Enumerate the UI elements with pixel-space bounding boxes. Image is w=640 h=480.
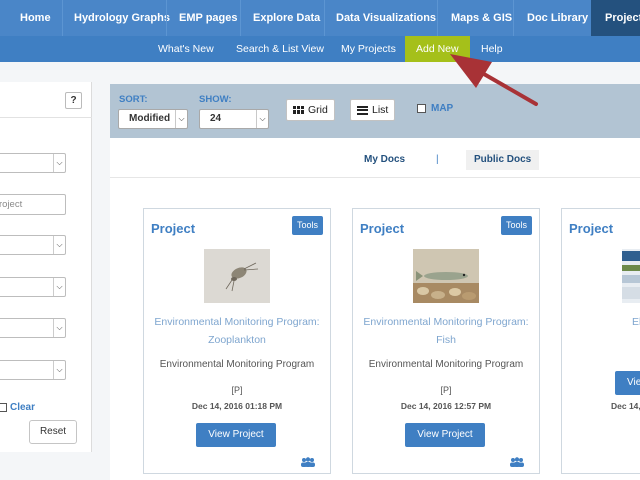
- group-users-icon: [510, 457, 524, 467]
- card-project-link[interactable]: Environmental Monitoring Program: Zoopla…: [144, 313, 330, 349]
- project-card: Project Tools Environmental Monitoring P…: [143, 208, 331, 474]
- map-checkbox[interactable]: [417, 104, 426, 113]
- chevron-down-icon: ⌵: [256, 110, 268, 128]
- map-toggle: MAP: [417, 103, 453, 114]
- card-flag: [P]: [440, 385, 452, 395]
- reset-button[interactable]: Reset: [29, 420, 77, 444]
- filter-select-5[interactable]: ⌵: [0, 360, 66, 380]
- main-content: SORT: Modified ⌵ SHOW: 24 ⌵ Grid List MA…: [110, 84, 640, 480]
- fish-thumbnail[interactable]: [413, 249, 479, 303]
- nav-emp-pages[interactable]: EMP pages: [179, 0, 238, 36]
- tab-public-docs[interactable]: Public Docs: [466, 150, 540, 170]
- subnav-add-new[interactable]: Add New: [405, 36, 470, 62]
- filter-select-2[interactable]: ⌵: [0, 235, 66, 255]
- filter-select-3[interactable]: ⌵: [0, 277, 66, 297]
- project-thumbnail[interactable]: [622, 249, 640, 303]
- sub-navigation: What's New Search & List View My Project…: [0, 36, 640, 62]
- nav-separator: [62, 0, 63, 36]
- filter-select-4[interactable]: ⌵: [0, 318, 66, 338]
- card-date: Dec 14, 2016 01:18 PM: [191, 401, 283, 411]
- nav-data-visualizations[interactable]: Data Visualizations: [336, 0, 436, 36]
- card-date: Dec 14, 2016 12:57 PM: [400, 401, 492, 411]
- nav-doc-library[interactable]: Doc Library: [527, 0, 588, 36]
- show-select[interactable]: 24 ⌵: [199, 109, 269, 129]
- nav-separator: [437, 0, 438, 36]
- nav-separator: [166, 0, 167, 36]
- zooplankton-thumbnail[interactable]: [204, 249, 270, 303]
- nav-projects[interactable]: Projects: [591, 0, 640, 36]
- card-link-line1: Environmental Monitoring Program:: [363, 316, 529, 328]
- grid-icon: [293, 105, 304, 115]
- map-label[interactable]: MAP: [431, 103, 453, 114]
- card-date: Dec 14,: [611, 401, 640, 411]
- card-title: Project: [360, 221, 405, 236]
- tab-separator: |: [436, 154, 439, 165]
- tools-button[interactable]: Tools: [500, 216, 532, 235]
- chevron-down-icon: ⌵: [53, 319, 65, 337]
- filter-panel-header: ?: [0, 82, 92, 118]
- doc-tabs: My Docs | Public Docs: [110, 138, 640, 178]
- group-users-icon: [301, 457, 315, 467]
- card-program: Environmental Monitoring Program: [159, 359, 315, 370]
- card-link-line2: Fish: [436, 334, 456, 346]
- card-program: Environmental Monitoring Program: [368, 359, 524, 370]
- filter-panel: ? ⌵ roject ⌵ ⌵ ⌵ ⌵ Clear Reset: [0, 82, 92, 452]
- nav-separator: [240, 0, 241, 36]
- subnav-search-list-view[interactable]: Search & List View: [236, 36, 324, 62]
- clear-checkbox[interactable]: [0, 403, 7, 412]
- show-value: 24: [210, 113, 222, 124]
- chevron-down-icon: ⌵: [53, 154, 65, 172]
- card-link-line1: Environmental Monitoring Program:: [154, 316, 320, 328]
- chevron-down-icon: ⌵: [53, 361, 65, 379]
- view-project-button[interactable]: Vie: [615, 371, 640, 395]
- list-view-button[interactable]: List: [350, 99, 396, 121]
- nav-separator: [324, 0, 325, 36]
- sort-value: Modified: [129, 113, 171, 124]
- card-flag: [P]: [231, 385, 243, 395]
- project-search-input[interactable]: roject: [0, 194, 66, 215]
- clear-filter: Clear: [0, 402, 35, 413]
- nav-maps-gis[interactable]: Maps & GIS: [451, 0, 512, 36]
- card-link-line2: Zooplankton: [208, 334, 266, 346]
- subnav-my-projects[interactable]: My Projects: [341, 36, 396, 62]
- top-navigation: Home Hydrology Graphs EMP pages Explore …: [0, 0, 640, 36]
- results-toolbar: SORT: Modified ⌵ SHOW: 24 ⌵ Grid List MA…: [110, 84, 640, 138]
- grid-view-button[interactable]: Grid: [286, 99, 335, 121]
- view-project-button[interactable]: View Project: [405, 423, 485, 447]
- nav-home[interactable]: Home: [20, 0, 51, 36]
- help-button[interactable]: ?: [65, 92, 82, 109]
- list-label: List: [372, 104, 389, 116]
- grid-label: Grid: [308, 104, 328, 116]
- chevron-down-icon: ⌵: [53, 278, 65, 296]
- subnav-whats-new[interactable]: What's New: [158, 36, 214, 62]
- chevron-down-icon: ⌵: [53, 236, 65, 254]
- card-title: Project: [151, 221, 196, 236]
- project-card: Project El Dec 14, Vie: [561, 208, 640, 474]
- filter-select-1[interactable]: ⌵: [0, 153, 66, 173]
- view-project-button[interactable]: View Project: [196, 423, 276, 447]
- nav-hydrology-graphs[interactable]: Hydrology Graphs: [74, 0, 170, 36]
- project-card: Project Tools Environmental Monitoring P…: [352, 208, 540, 474]
- tools-button[interactable]: Tools: [291, 216, 323, 235]
- card-title: Project: [569, 221, 614, 236]
- sort-label: SORT:: [119, 94, 148, 105]
- clear-label[interactable]: Clear: [10, 402, 35, 413]
- list-icon: [357, 105, 368, 115]
- nav-explore-data[interactable]: Explore Data: [253, 0, 320, 36]
- card-project-link[interactable]: Environmental Monitoring Program: Fish: [353, 313, 539, 349]
- show-label: SHOW:: [199, 94, 232, 105]
- chevron-down-icon: ⌵: [175, 110, 187, 128]
- subnav-help[interactable]: Help: [481, 36, 503, 62]
- sort-select[interactable]: Modified ⌵: [118, 109, 188, 129]
- nav-separator: [513, 0, 514, 36]
- card-project-link[interactable]: El: [632, 313, 640, 331]
- tab-my-docs[interactable]: My Docs: [364, 150, 405, 170]
